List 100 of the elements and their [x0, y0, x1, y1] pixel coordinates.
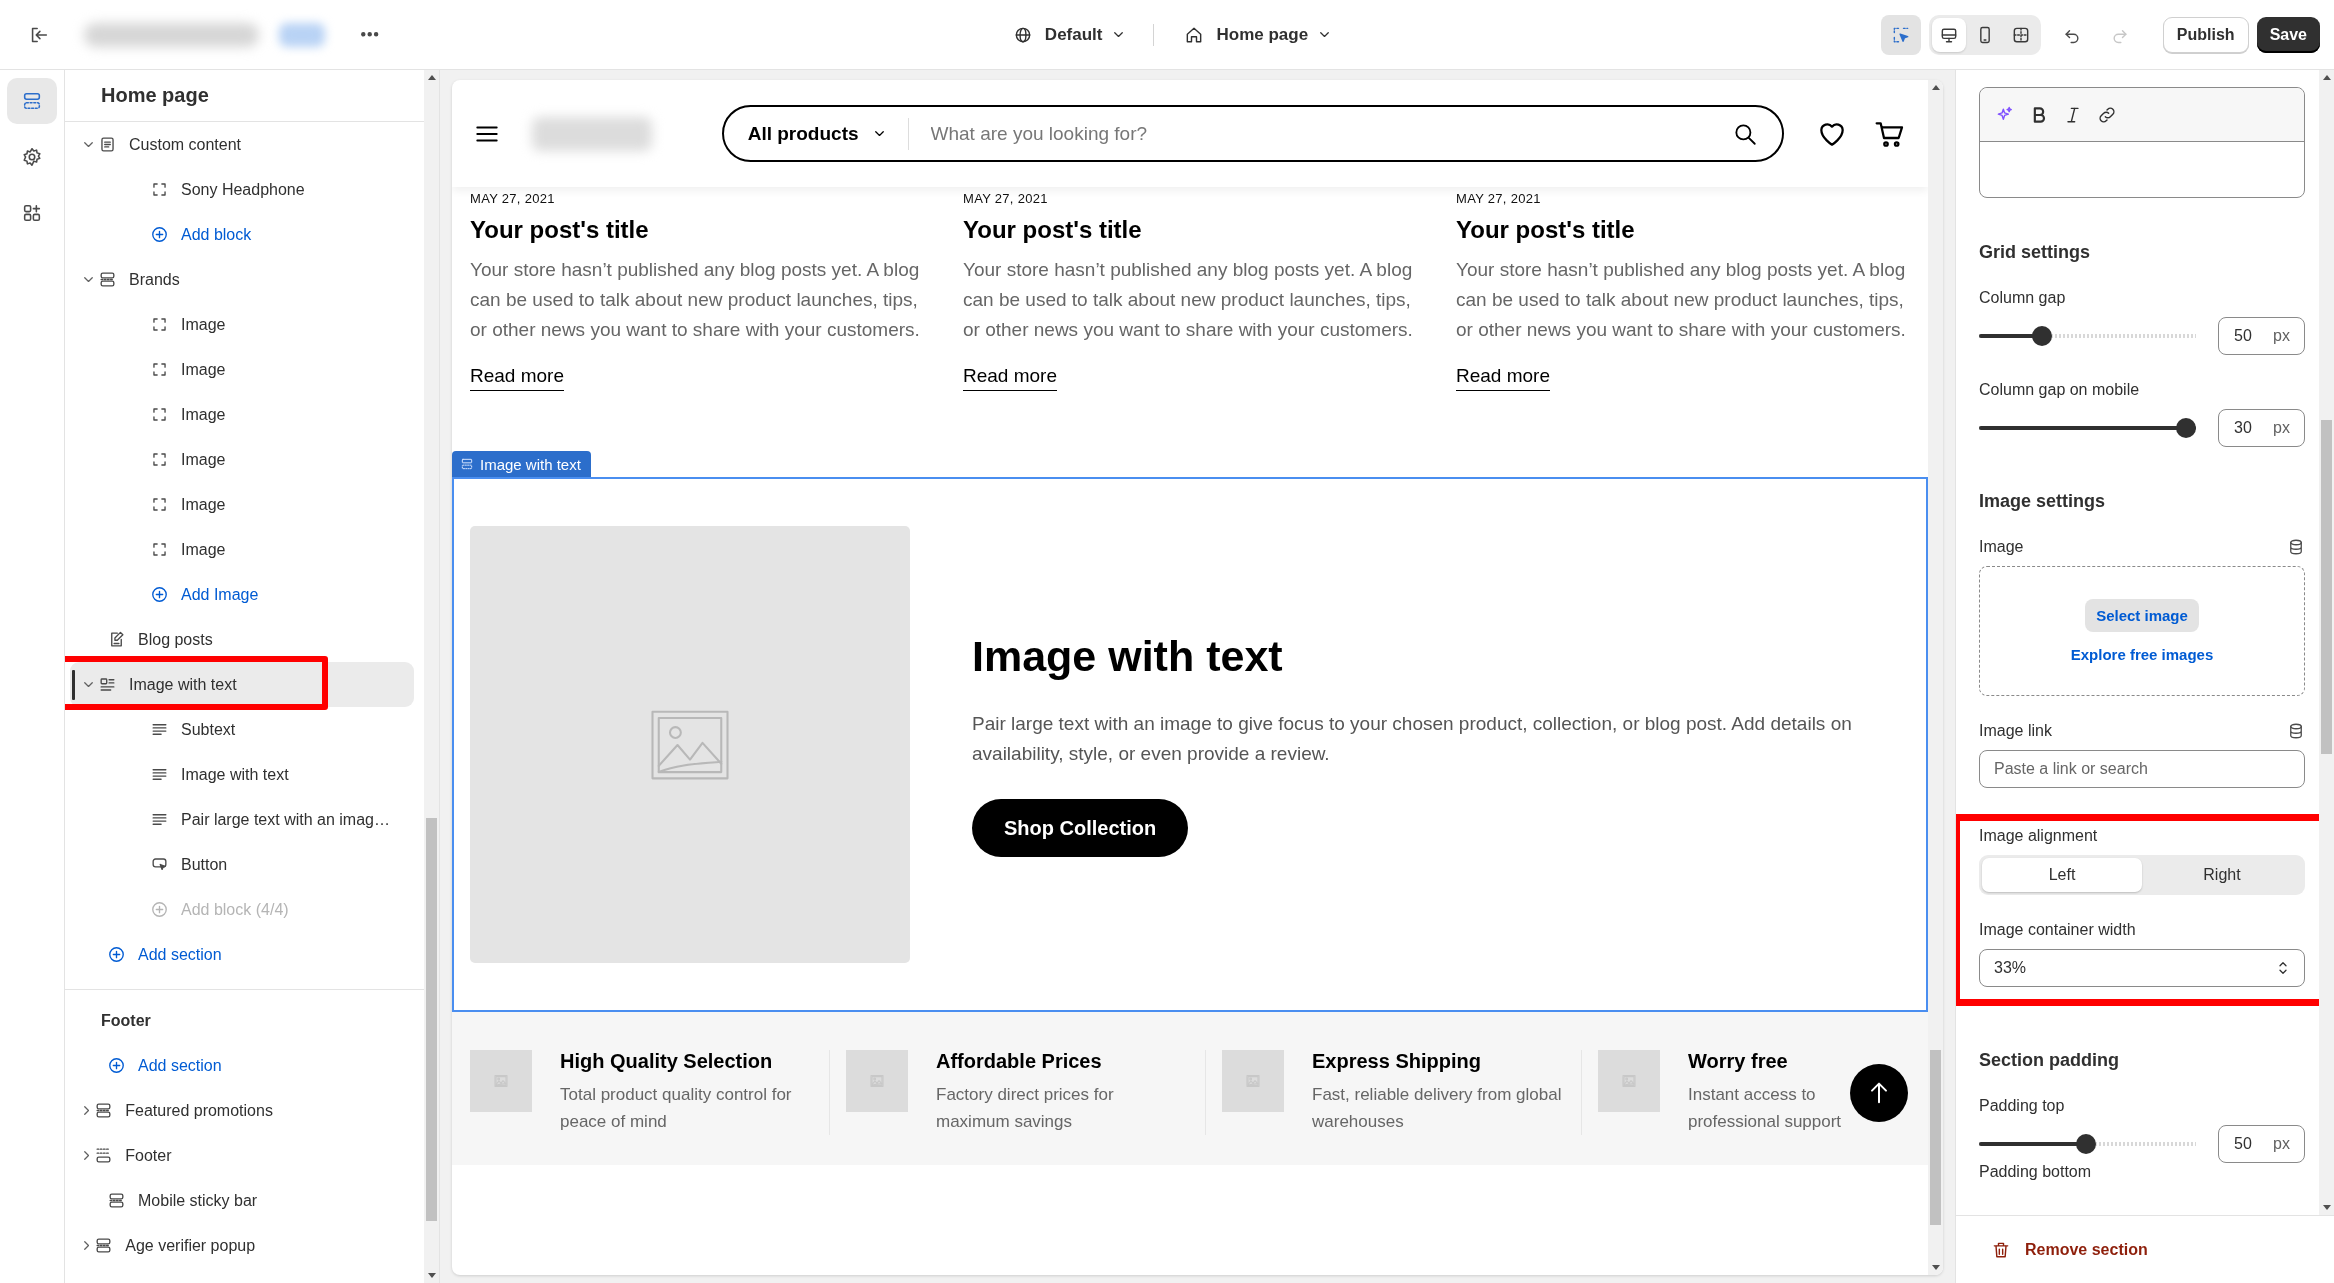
slider-thumb[interactable] — [2075, 1134, 2096, 1154]
chevron-right-icon — [84, 1106, 90, 1115]
chevron-right-icon — [84, 1151, 90, 1160]
page-dropdown[interactable]: Home page — [1178, 16, 1336, 53]
read-more-link[interactable]: Read more — [963, 365, 1057, 391]
plus-circle-icon — [150, 225, 169, 244]
tree-item[interactable]: Pair large text with an imag… — [70, 797, 414, 842]
plus-circle-icon — [150, 585, 169, 604]
tree-item[interactable]: Sony Headphone — [70, 167, 414, 212]
tree-item[interactable]: Blog posts — [70, 617, 414, 662]
settings-icon — [21, 146, 43, 168]
feature-title: High Quality Selection — [560, 1050, 774, 1073]
unit-label: px — [2273, 327, 2290, 345]
apps-icon — [21, 202, 43, 224]
field-label: Image container width — [1979, 921, 2137, 939]
block-icon — [150, 180, 169, 199]
section-heading: Section padding — [1979, 1050, 2120, 1071]
link-input[interactable]: Paste a link or search — [1979, 750, 2305, 788]
tree-item[interactable]: Subtext — [70, 707, 414, 752]
tree-item[interactable]: Featured promotions — [70, 1088, 414, 1133]
field-label: Padding bottom — [1979, 1163, 2093, 1181]
chevron-down-icon — [1114, 31, 1124, 38]
width-select[interactable]: 33% — [1979, 949, 2305, 987]
explore-images-link[interactable]: Explore free images — [2070, 646, 2214, 663]
post-title: Your post's title — [963, 216, 1143, 244]
document-icon — [98, 135, 117, 154]
feature-title: Worry free — [1688, 1050, 1789, 1073]
number-field[interactable]: 30 px — [2218, 409, 2305, 447]
field-label: Column gap — [1979, 289, 2067, 307]
add-link[interactable]: Add block — [70, 212, 414, 257]
tree-item[interactable]: Image — [70, 527, 414, 572]
segment-option[interactable]: Right — [2142, 858, 2302, 892]
tree-item[interactable]: Image with text — [70, 752, 414, 797]
publish-button[interactable]: Publish — [2162, 16, 2249, 53]
link-icon — [2097, 104, 2117, 125]
database-icon[interactable] — [2287, 538, 2305, 556]
field-value: 50 — [2234, 1135, 2252, 1153]
feature-text: Factory direct prices for maximum savings — [936, 1084, 1115, 1133]
unit-label: px — [2273, 1135, 2290, 1153]
scrollbar[interactable] — [424, 70, 439, 1283]
read-more-link[interactable]: Read more — [1456, 365, 1550, 391]
feature-title: Express Shipping — [1312, 1050, 1482, 1073]
number-field[interactable]: 50 px — [2218, 1125, 2305, 1163]
post-date: MAY 27, 2021 — [963, 191, 1049, 206]
plus-circle-icon — [150, 900, 169, 919]
chevron-down-icon — [84, 276, 93, 283]
scrollbar[interactable] — [2319, 70, 2334, 1215]
section-label: Image with text — [452, 451, 591, 477]
add-link[interactable]: Add section — [70, 932, 414, 977]
select-image-button[interactable]: Select image — [2085, 599, 2199, 632]
slider-thumb[interactable] — [2176, 418, 2196, 438]
add-link[interactable]: Add section — [70, 1043, 414, 1088]
block-icon — [150, 495, 169, 514]
tree-item[interactable]: Age verifier popup — [70, 1223, 414, 1268]
section-icon — [98, 270, 117, 289]
remove-section-button[interactable]: Remove section — [1991, 1239, 2148, 1260]
post-title: Your post's title — [1456, 216, 1636, 244]
back-to-top-button[interactable] — [1850, 1064, 1908, 1122]
scrollbar[interactable] — [1928, 80, 1943, 1275]
post-date: MAY 27, 2021 — [470, 191, 556, 206]
tree-item[interactable]: Button — [70, 842, 414, 887]
tree-item[interactable]: Image — [70, 347, 414, 392]
section-icon — [94, 1101, 114, 1120]
tree-item[interactable]: Mobile sticky bar — [70, 1178, 414, 1223]
section-heading: Image settings — [1979, 491, 2107, 512]
field-label: Image — [1979, 538, 2024, 556]
theme-dropdown[interactable]: Default — [1006, 16, 1130, 53]
plus-circle-icon — [107, 1056, 126, 1075]
section-icon — [460, 457, 474, 471]
post-excerpt: Your store hasn’t published any blog posts yet. A blog can be used to talk about new product launches, tips, or other news you want to share with your customers. — [470, 258, 921, 342]
tree-item[interactable]: Image — [70, 482, 414, 527]
tree-item[interactable]: Image — [70, 437, 414, 482]
post-excerpt: Your store hasn’t published any blog posts yet. A blog can be used to talk about new product launches, tips, or other news you want to share with your customers. — [963, 258, 1414, 342]
number-field[interactable]: 50 px — [2218, 317, 2305, 355]
tree-item[interactable]: Footer — [70, 1133, 414, 1178]
segment-option[interactable]: Left — [1982, 858, 2142, 892]
category-dropdown[interactable]: All products — [747, 117, 909, 150]
more-icon — [361, 32, 379, 37]
chevron-right-icon — [84, 1241, 90, 1250]
inspector-button[interactable] — [1880, 14, 1921, 55]
shop-button[interactable]: Shop Collection — [972, 799, 1189, 857]
tree-item[interactable]: Custom content — [70, 122, 414, 167]
tree-item[interactable]: Brands — [70, 257, 414, 302]
tree-item[interactable]: Image — [70, 392, 414, 437]
add-link[interactable]: Add Image — [70, 572, 414, 617]
save-button[interactable]: Save — [2256, 16, 2320, 53]
sections-icon — [21, 90, 43, 112]
tree-item[interactable]: Image with text — [70, 662, 414, 707]
field-label: Column gap on mobile — [1979, 381, 2141, 399]
field-label: Padding top — [1979, 1097, 2066, 1115]
tree-item[interactable]: Image — [70, 302, 414, 347]
device-button[interactable] — [1931, 17, 1966, 52]
field-label: Image alignment — [1979, 827, 2099, 845]
sections-tab[interactable] — [7, 78, 57, 124]
slider-thumb[interactable] — [2032, 326, 2053, 346]
database-icon[interactable] — [2287, 722, 2305, 740]
footer-icon — [94, 1146, 114, 1165]
search-field[interactable]: All products What are you looking for? — [721, 105, 1784, 162]
section-heading: Image with text — [972, 632, 1284, 681]
read-more-link[interactable]: Read more — [470, 365, 564, 391]
